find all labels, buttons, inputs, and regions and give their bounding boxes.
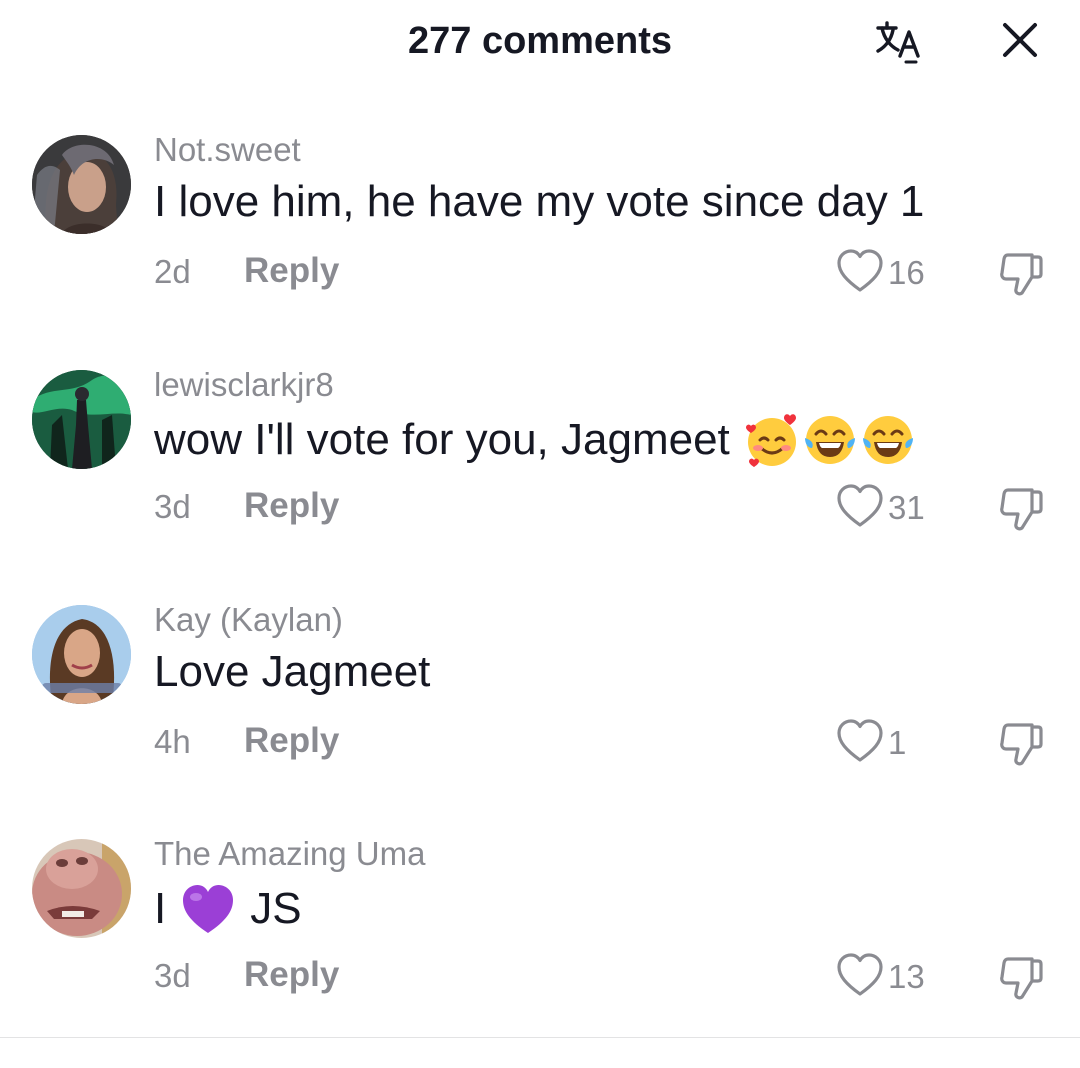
comment-username[interactable]: Not.sweet [154, 131, 301, 169]
comment-text-before: I [154, 884, 167, 933]
tears-of-joy-emoji [802, 412, 858, 468]
comment-item: Kay (Kaylan) Love Jagmeet 4h Reply 1 [0, 601, 1080, 805]
bottom-divider [0, 1037, 1080, 1038]
like-button[interactable]: 31 [836, 483, 925, 534]
purple-heart-emoji [180, 881, 236, 937]
reply-button[interactable]: Reply [244, 486, 339, 526]
heart-icon [836, 248, 884, 299]
comment-text: I JS [154, 881, 302, 937]
like-button[interactable]: 16 [836, 248, 925, 299]
dislike-icon[interactable] [996, 719, 1046, 769]
comment-username[interactable]: The Amazing Uma [154, 835, 425, 873]
comment-text-body: I love him, he have my vote since day 1 [154, 177, 925, 226]
comment-username[interactable]: Kay (Kaylan) [154, 601, 343, 639]
reply-button[interactable]: Reply [244, 721, 339, 761]
heart-icon [836, 718, 884, 769]
like-button[interactable]: 1 [836, 718, 907, 769]
dislike-icon[interactable] [996, 484, 1046, 534]
comment-item: lewisclarkjr8 wow I'll vote for you, Jag… [0, 366, 1080, 570]
comment-item: Not.sweet I love him, he have my vote si… [0, 131, 1080, 335]
comment-text-body: wow I'll vote for you, Jagmeet [154, 415, 730, 464]
comment-text-body: Love Jagmeet [154, 647, 431, 696]
avatar[interactable] [32, 605, 131, 704]
comment-time: 3d [154, 957, 191, 994]
avatar[interactable] [32, 370, 131, 469]
close-icon[interactable] [992, 16, 1048, 72]
dislike-icon[interactable] [996, 249, 1046, 299]
tears-of-joy-emoji [860, 412, 916, 468]
heart-icon [836, 952, 884, 1003]
like-count: 13 [888, 958, 925, 995]
like-button[interactable]: 13 [836, 952, 925, 1003]
like-count: 31 [888, 489, 925, 526]
comment-username[interactable]: lewisclarkjr8 [154, 366, 334, 404]
like-count: 1 [888, 724, 907, 761]
dislike-icon[interactable] [996, 953, 1046, 1003]
comments-header: 277 comments [0, 0, 1080, 90]
avatar[interactable] [32, 839, 131, 938]
comment-time: 4h [154, 723, 191, 760]
comment-time: 2d [154, 253, 191, 290]
comment-text: wow I'll vote for you, Jagmeet [154, 412, 916, 468]
comment-text: I love him, he have my vote since day 1 [154, 177, 924, 227]
comment-time: 3d [154, 488, 191, 525]
translate-icon[interactable] [872, 16, 928, 72]
comment-item: The Amazing Uma I JS 3d Reply 13 [0, 835, 1080, 1039]
reply-button[interactable]: Reply [244, 251, 339, 291]
heart-icon [836, 483, 884, 534]
comment-text: Love Jagmeet [154, 647, 430, 697]
avatar[interactable] [32, 135, 131, 234]
like-count: 16 [888, 254, 925, 291]
smiling-face-with-hearts-emoji [744, 412, 800, 468]
comment-text-after: JS [250, 884, 302, 933]
reply-button[interactable]: Reply [244, 955, 339, 995]
